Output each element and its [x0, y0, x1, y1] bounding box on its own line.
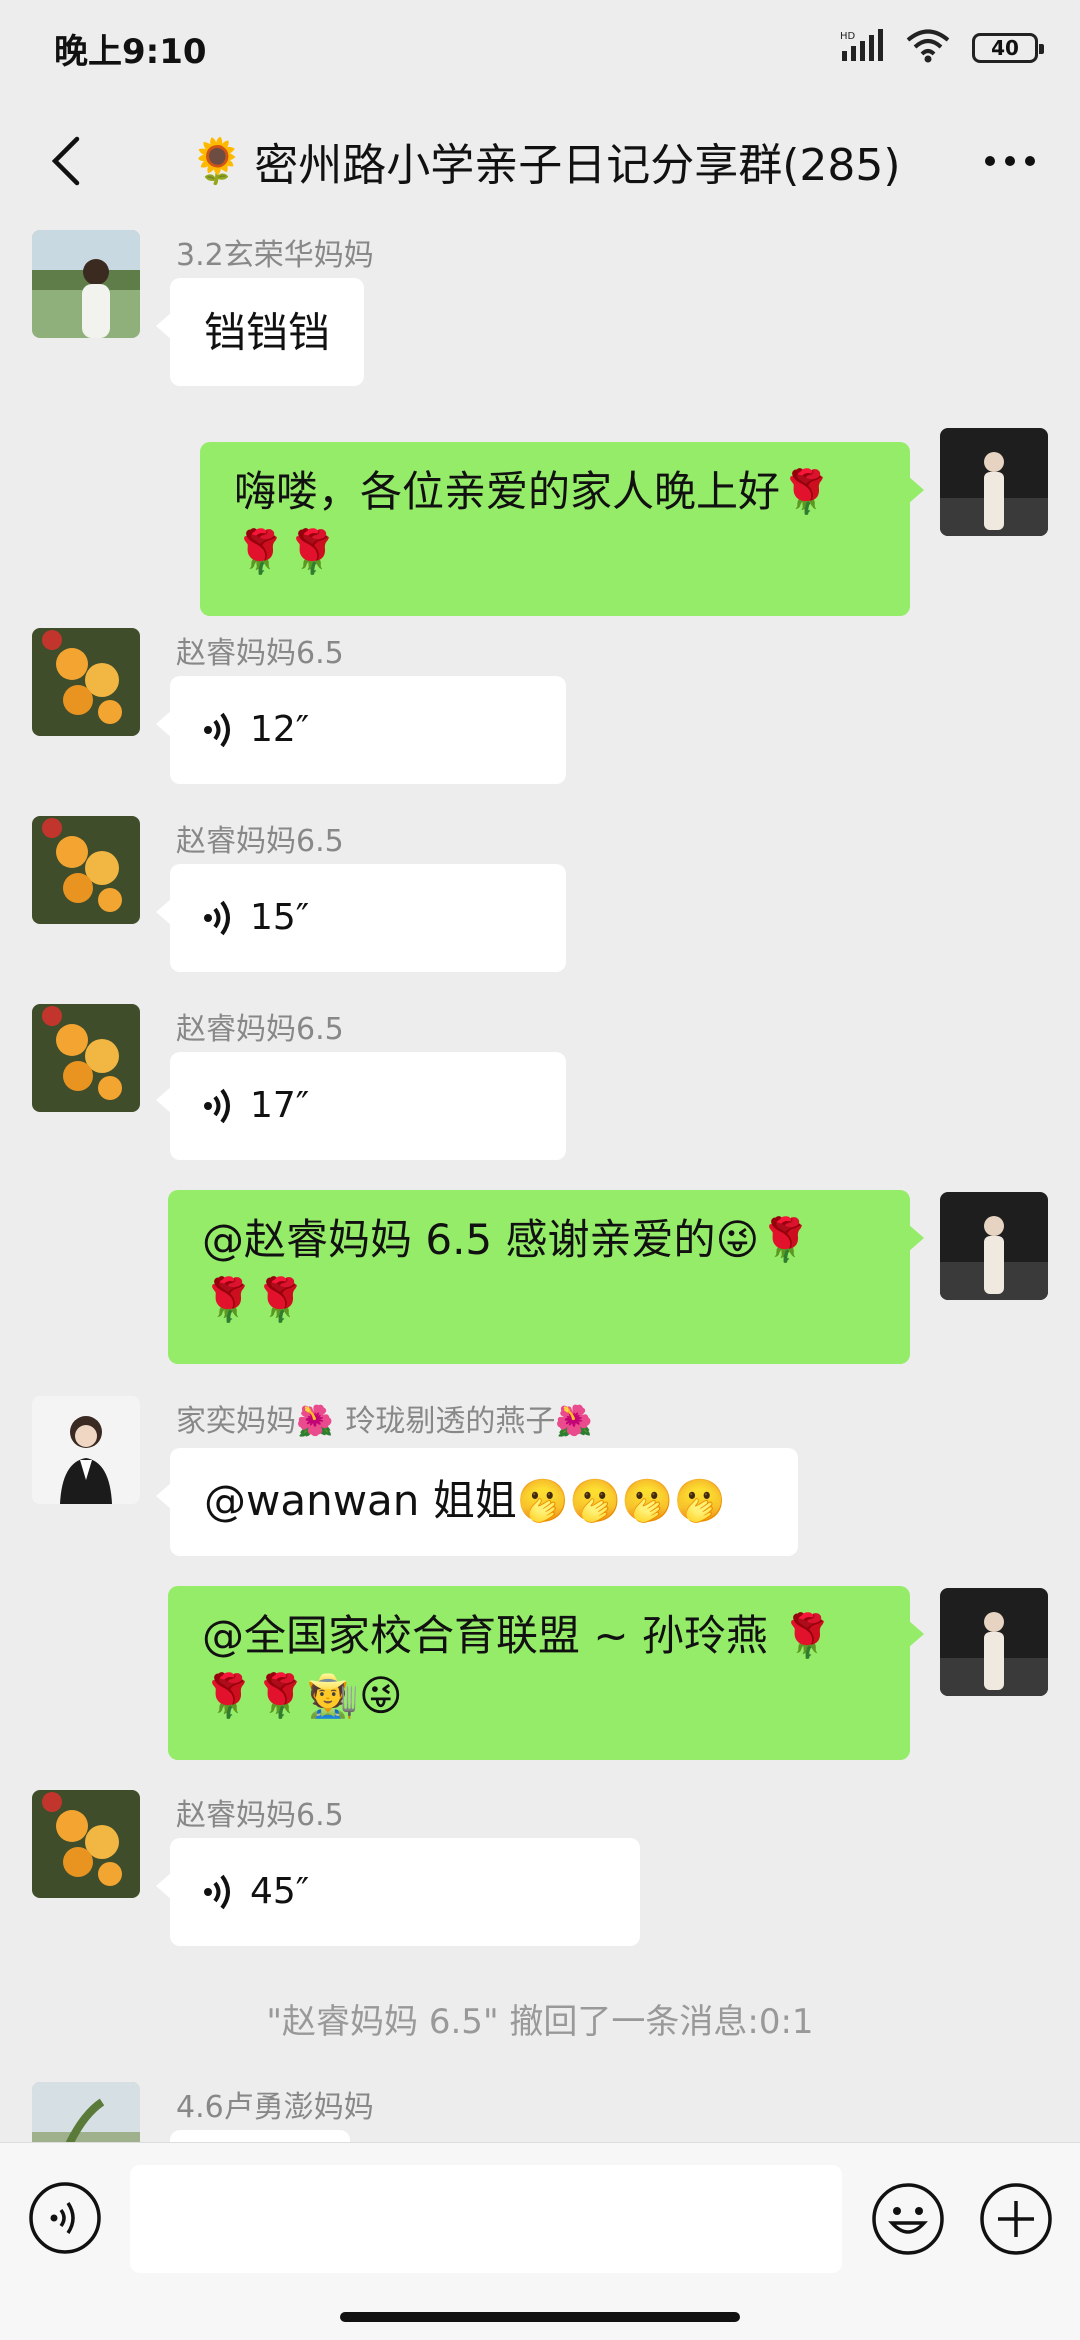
voice-message[interactable]: 45″	[156, 1838, 640, 1946]
avatar[interactable]	[940, 1588, 1048, 1696]
sender-name-part: 玲珑剔透的燕子🌺	[345, 1404, 593, 1439]
voice-duration: 17″	[250, 1085, 310, 1126]
message-text: @赵睿妈妈 6.5 感谢亲爱的😜🌹	[202, 1215, 812, 1264]
voice-wave-icon	[204, 1088, 230, 1124]
recall-notice: "赵睿妈妈 6.5" 撤回了一条消息:0:1	[266, 2002, 814, 2042]
message-text: @wanwan 姐姐🫢🫢🫢🫢	[204, 1476, 726, 1525]
message-text: 嗨喽，各位亲爱的家人晚上好🌹	[234, 467, 833, 516]
voice-toggle-icon	[29, 2182, 101, 2254]
more-button[interactable]	[970, 126, 1050, 196]
voice-wave-icon	[204, 712, 230, 748]
more-dots-icon	[985, 156, 1035, 166]
emoji-button[interactable]	[870, 2181, 946, 2257]
voice-duration: 12″	[250, 709, 310, 750]
status-time: 晚上9:10	[54, 31, 207, 72]
sender-name: 赵睿妈妈6.5	[176, 1012, 344, 1047]
voice-message[interactable]: 15″	[156, 864, 566, 972]
sender-name: 赵睿妈妈6.5	[176, 636, 344, 671]
wifi-icon	[906, 29, 950, 67]
sender-name: 3.2玄荣华妈妈	[176, 238, 374, 273]
message-text: @全国家校合育联盟 ~ 孙玲燕 🌹	[202, 1611, 834, 1660]
avatar[interactable]	[32, 1004, 140, 1112]
voice-wave-icon	[204, 900, 230, 936]
chat-title-text: 密州路小学亲子日记分享群(285)	[254, 140, 901, 191]
voice-message[interactable]: 12″	[156, 676, 566, 784]
back-arrow-icon	[51, 136, 80, 186]
sender-name: 4.6卢勇澎妈妈	[176, 2090, 374, 2125]
status-bar: 晚上9:10 HD 40	[0, 0, 1080, 96]
voice-wave-icon	[204, 1874, 230, 1910]
avatar[interactable]	[32, 816, 140, 924]
text-bubble[interactable]: 铛铛铛	[155, 278, 365, 386]
message-input[interactable]	[130, 2165, 842, 2273]
text-bubble[interactable]: 嗨喽，各位亲爱的家人晚上好🌹 🌹🌹	[200, 442, 924, 616]
chat-messages[interactable]: 3.2玄荣华妈妈 铛铛铛 嗨喽，各位亲爱的家人晚上好🌹 🌹🌹 赵睿妈妈6.5 1…	[0, 226, 1080, 2142]
status-icons: HD 40	[840, 29, 1044, 67]
nav-bar: 🌻 密州路小学亲子日记分享群(285)	[0, 96, 1080, 226]
message-text: 🌹🌹	[234, 527, 339, 576]
sunflower-icon: 🌻	[189, 136, 245, 187]
avatar[interactable]	[940, 428, 1048, 536]
home-indicator[interactable]	[340, 2312, 740, 2322]
text-bubble[interactable]: @wanwan 姐姐🫢🫢🫢🫢	[156, 1448, 798, 1556]
sender-name: 家奕妈妈🌺 玲珑剔透的燕子🌺	[176, 1396, 593, 1440]
voice-duration: 15″	[250, 897, 310, 938]
avatar[interactable]	[32, 1396, 140, 1504]
message-text: 铛铛铛	[204, 308, 331, 357]
more-functions-button[interactable]	[978, 2181, 1054, 2257]
sender-name: 赵睿妈妈6.5	[176, 824, 344, 859]
back-button[interactable]	[30, 126, 100, 196]
sender-name-part: 家奕妈妈🌺	[176, 1404, 334, 1439]
text-bubble[interactable]	[170, 2130, 350, 2142]
text-bubble[interactable]: @赵睿妈妈 6.5 感谢亲爱的😜🌹 🌹🌹	[168, 1190, 924, 1364]
avatar[interactable]	[32, 2082, 140, 2142]
sender-name: 赵睿妈妈6.5	[176, 1798, 344, 1833]
text-bubble[interactable]: @全国家校合育联盟 ~ 孙玲燕 🌹 🌹🌹🧑‍🌾😜	[168, 1586, 924, 1760]
smiley-icon	[872, 2183, 944, 2255]
avatar[interactable]	[32, 628, 140, 736]
voice-duration: 45″	[250, 1871, 310, 1912]
chat-title: 🌻 密州路小学亲子日记分享群(285)	[160, 96, 930, 226]
signal-icon: HD	[840, 29, 884, 67]
voice-message[interactable]: 17″	[156, 1052, 566, 1160]
network-label: HD	[840, 31, 856, 42]
battery-icon: 40	[972, 33, 1044, 63]
voice-input-button[interactable]	[28, 2181, 102, 2255]
input-bar	[0, 2142, 1080, 2292]
avatar[interactable]	[32, 230, 140, 338]
avatar[interactable]	[32, 1790, 140, 1898]
message-text: 🌹🌹🧑‍🌾😜	[202, 1671, 403, 1720]
plus-icon	[980, 2183, 1052, 2255]
avatar[interactable]	[940, 1192, 1048, 1300]
message-text: 🌹🌹	[202, 1275, 307, 1324]
